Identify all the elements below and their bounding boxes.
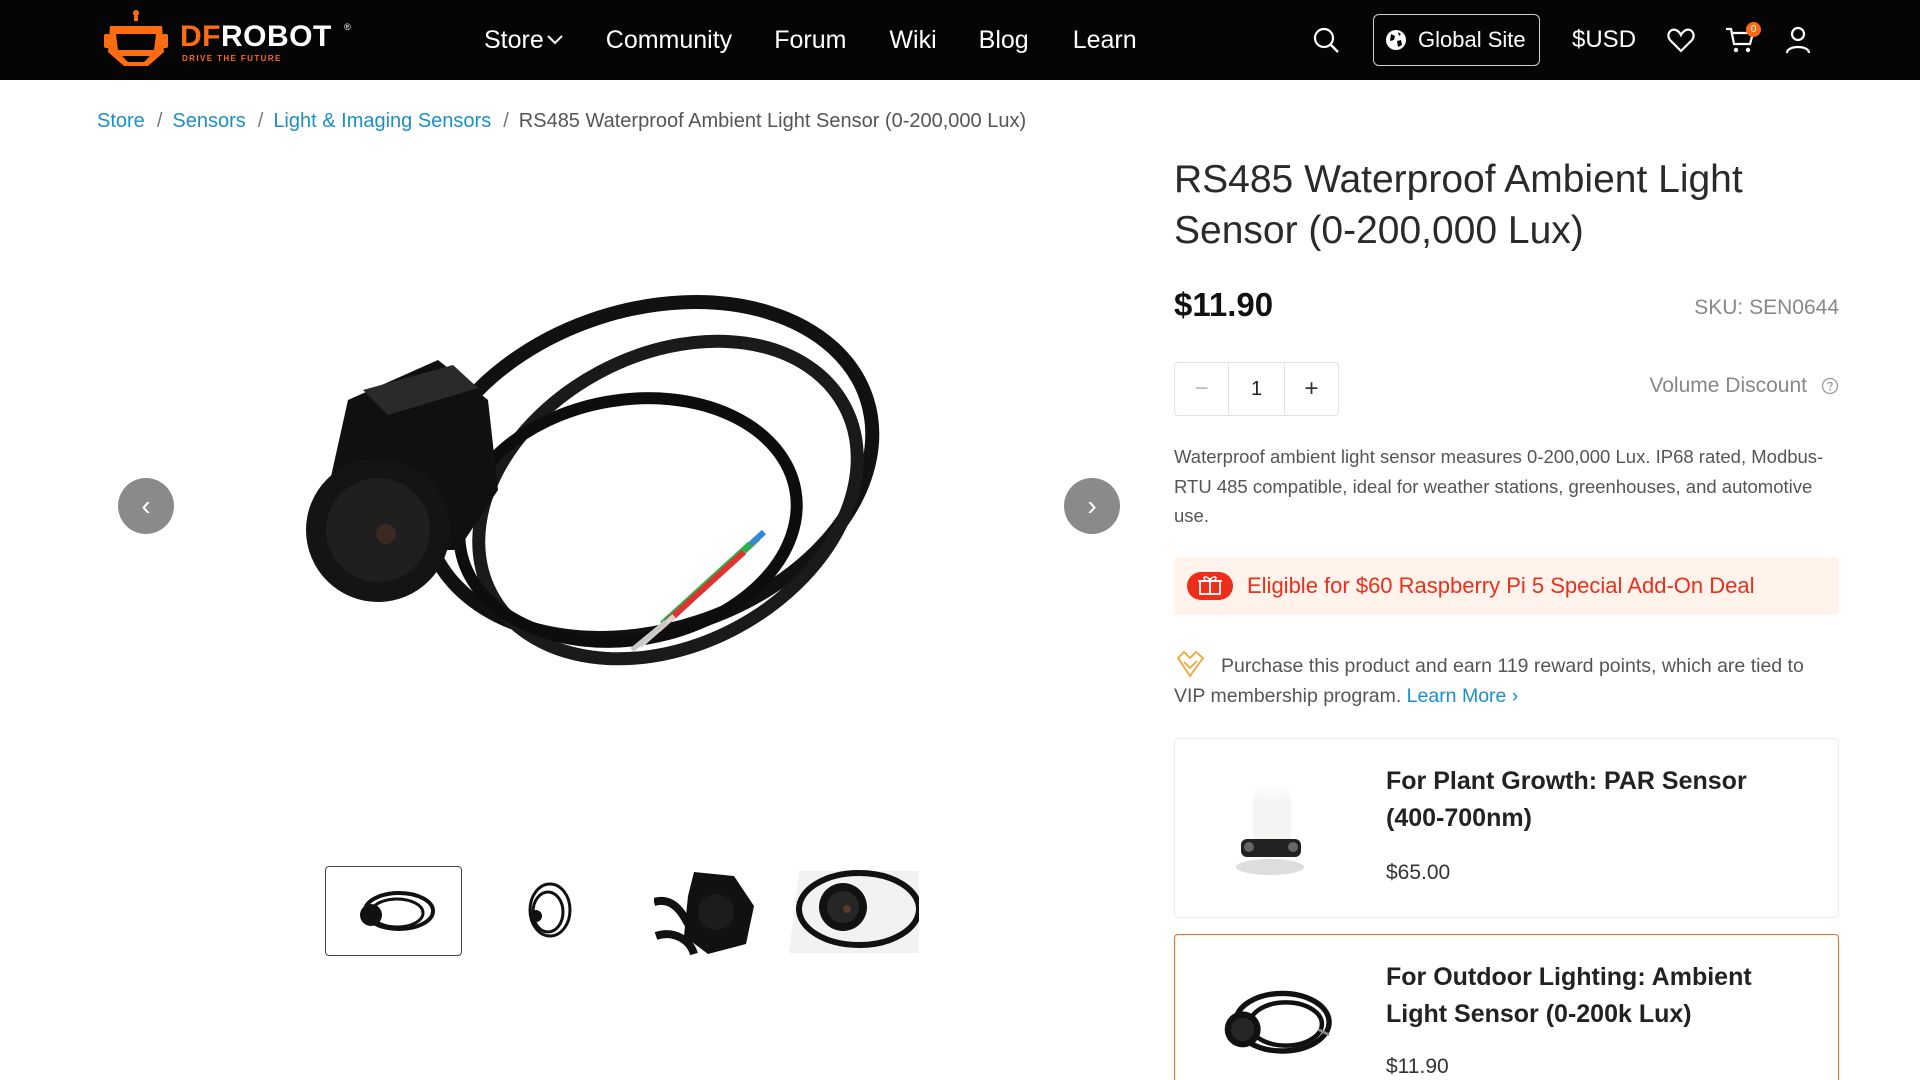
registered-mark: ® (344, 22, 351, 32)
product-price: $11.90 (1174, 286, 1274, 323)
nav-item-label: Blog (978, 25, 1029, 54)
cart-button[interactable]: 0 (1722, 22, 1761, 58)
user-icon (1785, 26, 1811, 54)
deal-text: Eligible for $60 Raspberry Pi 5 Special … (1247, 573, 1755, 598)
product-sku: SKU: SEN0644 (1694, 296, 1839, 319)
robot-logo-icon (104, 10, 168, 66)
thumbnail-3[interactable] (635, 866, 772, 956)
nav-item-blog[interactable]: Blog (979, 26, 1029, 55)
product-gallery: ‹ › (118, 150, 1120, 970)
chevron-left-icon: ‹ (141, 490, 151, 521)
breadcrumb-link-sensors[interactable]: Sensors (172, 110, 245, 133)
vip-crown-icon (1176, 650, 1205, 678)
nav-item-label: Forum (774, 25, 847, 54)
nav-item-wiki[interactable]: Wiki (889, 26, 936, 55)
gift-icon (1187, 572, 1233, 600)
related-product-price: $65.00 (1386, 861, 1451, 884)
thumbnail-1[interactable] (325, 866, 462, 956)
related-product-title: For Plant Growth: PAR Sensor (400-700nm) (1386, 767, 1747, 832)
related-product-price: $11.90 (1386, 1055, 1449, 1078)
ambient-light-sensor-image (1224, 990, 1332, 1054)
add-on-deal-banner[interactable]: Eligible for $60 Raspberry Pi 5 Special … (1174, 557, 1839, 615)
nav-item-label: Wiki (889, 25, 937, 54)
cart-count-badge: 0 (1746, 22, 1761, 37)
breadcrumb-current: RS485 Waterproof Ambient Light Sensor (0… (518, 109, 1027, 132)
related-product-card[interactable]: For Plant Growth: PAR Sensor (400-700nm)… (1174, 738, 1839, 918)
account-button[interactable] (1780, 22, 1816, 58)
quantity-input[interactable]: 1 (1228, 363, 1285, 415)
product-description: Waterproof ambient light sensor measures… (1174, 446, 1824, 526)
breadcrumb-link-light-imaging[interactable]: Light & Imaging Sensors (273, 110, 491, 133)
heart-icon (1667, 28, 1695, 53)
brand-wordmark: DFROBOT (180, 20, 332, 53)
quantity-decrease-button[interactable]: − (1175, 363, 1228, 415)
product-title: RS485 Waterproof Ambient Light Sensor (0… (1174, 158, 1743, 252)
top-navigation-bar: DFROBOT ® DRIVE THE FUTURE Store Communi… (0, 0, 1920, 80)
wishlist-button[interactable] (1663, 22, 1699, 58)
learn-more-link[interactable]: Learn More › (1407, 685, 1519, 707)
product-main-image[interactable] (288, 270, 928, 750)
breadcrumb-separator: / (257, 109, 264, 132)
sensor-top-thumbnail-image (788, 870, 919, 953)
gallery-next-button[interactable]: › (1064, 478, 1120, 534)
globe-icon (1386, 30, 1406, 50)
volume-discount-link[interactable]: Volume Discount (1649, 374, 1839, 398)
nav-item-community[interactable]: Community (606, 26, 732, 55)
cable-coil-thumbnail-image (528, 882, 571, 938)
gallery-prev-button[interactable]: ‹ (118, 478, 174, 534)
search-icon (1313, 27, 1339, 53)
reward-points-note: Purchase this product and earn 119 rewar… (1174, 650, 1839, 711)
nav-item-store[interactable]: Store (484, 26, 564, 55)
related-product-card[interactable]: For Outdoor Lighting: Ambient Light Sens… (1174, 934, 1839, 1080)
sensor-closeup-thumbnail-image (653, 872, 754, 956)
search-button[interactable] (1308, 22, 1344, 58)
brand-logo[interactable]: DFROBOT ® DRIVE THE FUTURE (104, 10, 354, 70)
quantity-increase-button[interactable]: + (1285, 363, 1338, 415)
global-site-button[interactable]: Global Site (1373, 14, 1540, 66)
nav-item-label: Learn (1072, 25, 1137, 54)
brand-tagline: DRIVE THE FUTURE (182, 54, 282, 63)
breadcrumb-link-store[interactable]: Store (97, 110, 145, 133)
chevron-down-icon (547, 35, 563, 45)
currency-selector[interactable]: $USD (1572, 24, 1636, 56)
nav-item-label: Store (484, 25, 544, 54)
nav-item-label: Community (605, 25, 733, 54)
nav-item-learn[interactable]: Learn (1073, 26, 1137, 55)
main-nav: Store Community Forum Wiki Blog Learn (484, 0, 1137, 80)
thumbnail-4[interactable] (785, 866, 922, 956)
par-sensor-image (1236, 787, 1304, 875)
breadcrumb: Store / Sensors / Light & Imaging Sensor… (97, 106, 1026, 136)
breadcrumb-separator: / (503, 109, 509, 132)
thumbnail-2[interactable] (480, 866, 617, 956)
related-product-title: For Outdoor Lighting: Ambient Light Sens… (1386, 963, 1752, 1028)
help-circle-icon (1821, 377, 1839, 395)
chevron-right-icon: › (1087, 490, 1097, 521)
quantity-stepper: − 1 + (1174, 362, 1339, 416)
volume-discount-label: Volume Discount (1649, 374, 1807, 397)
global-site-label: Global Site (1418, 27, 1526, 52)
breadcrumb-separator: / (156, 109, 163, 132)
nav-item-forum[interactable]: Forum (774, 26, 846, 55)
cable-coil-thumbnail-image (359, 891, 435, 931)
